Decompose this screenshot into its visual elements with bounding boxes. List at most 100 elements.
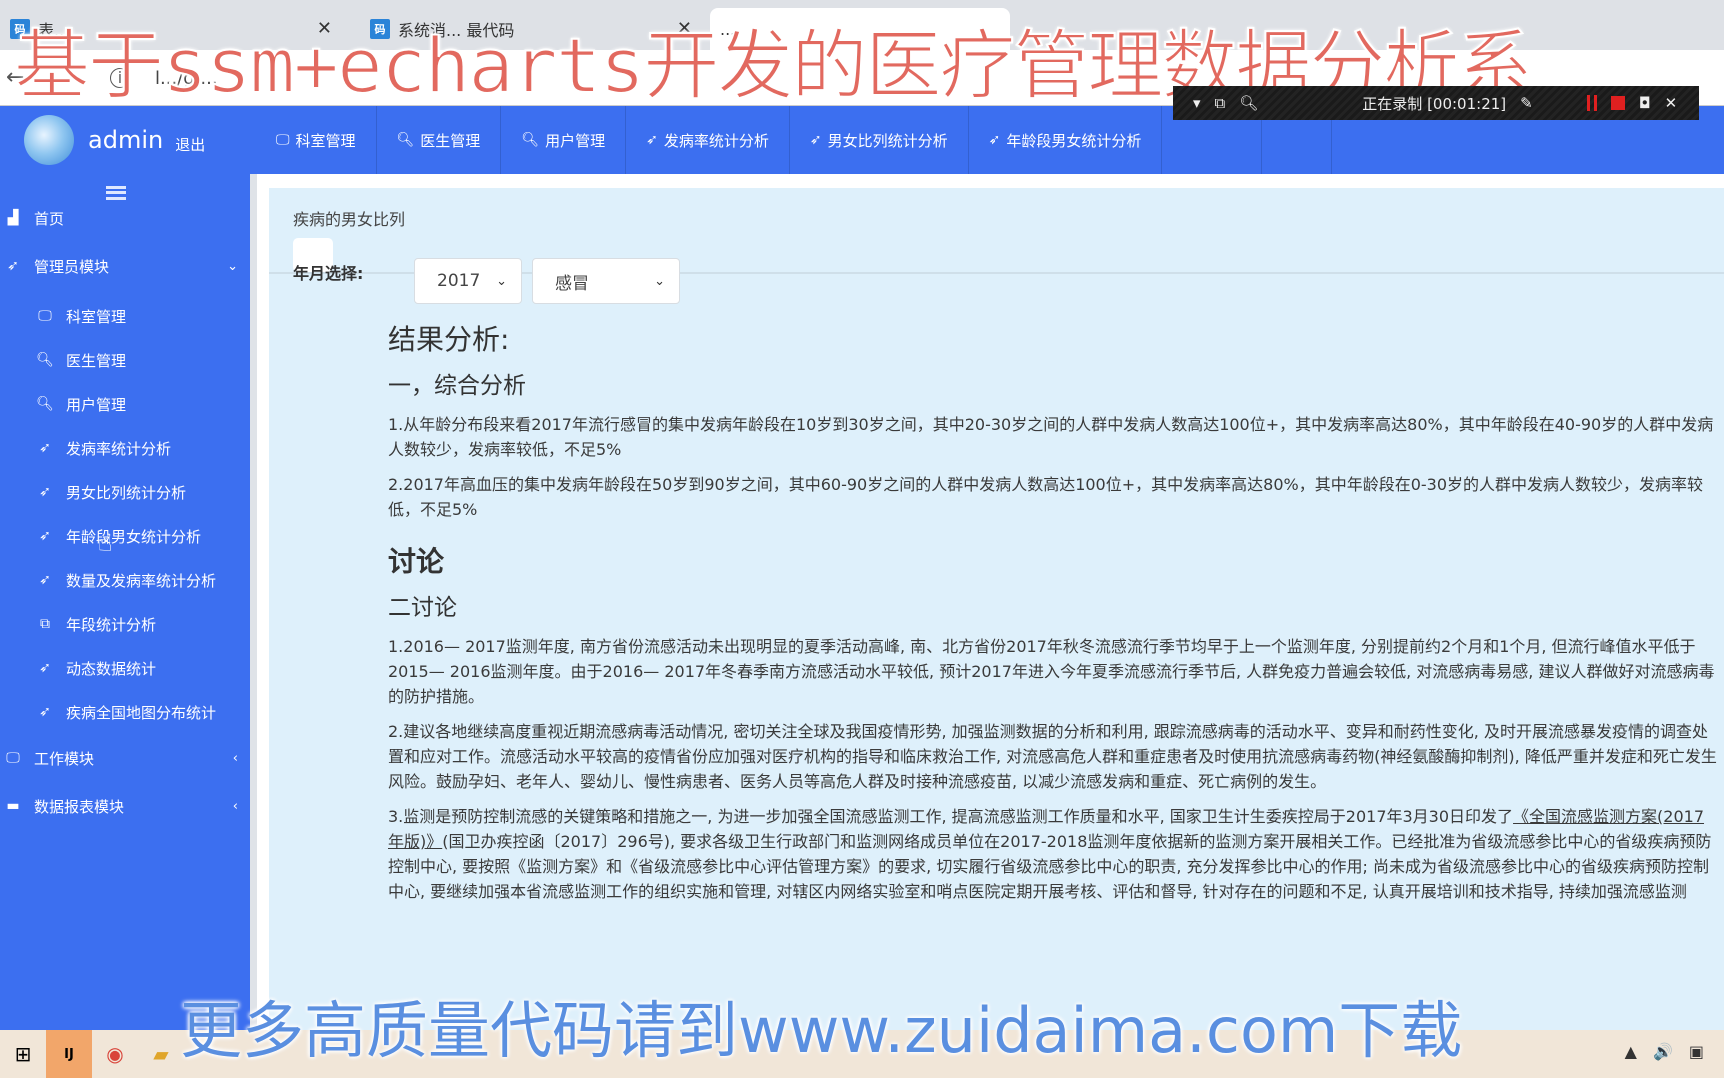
sidebar-group-reports[interactable]: ▬ 数据报表模块 ‹ bbox=[0, 786, 250, 826]
topnav-label: 科室管理 bbox=[295, 131, 356, 150]
discussion-paragraph: 2.建议各地继续高度重视近期流感病毒活动情况, 密切关注全球及我国疫情形势, 加… bbox=[388, 722, 1717, 791]
year-select-value: 2017 bbox=[437, 271, 481, 291]
volume-icon[interactable]: 🔊 bbox=[1653, 1042, 1673, 1061]
paragraph-text: (国卫办疾控函〔2017〕296号), 要求各级卫生行政部门和监测网络成员单位在… bbox=[388, 832, 1712, 901]
topnav-item-department[interactable]: 🖵 科室管理 bbox=[256, 106, 377, 174]
paper-plane-icon: ➶ bbox=[646, 132, 658, 148]
pen-icon[interactable]: ✎ bbox=[1520, 94, 1533, 112]
sidebar-subitem[interactable]: ➶ 男女比列统计分析 bbox=[0, 472, 250, 512]
sidebar-item-label: 数据报表模块 bbox=[34, 797, 125, 816]
sidebar-subitem[interactable]: 🔍︎ 医生管理 bbox=[0, 340, 250, 380]
avatar bbox=[24, 115, 74, 165]
sidebar-item-label: 发病率统计分析 bbox=[66, 439, 172, 458]
window-icon[interactable]: ⧉ bbox=[1215, 94, 1226, 112]
zoom-icon[interactable]: 🔍︎ bbox=[1239, 94, 1258, 112]
year-select[interactable]: 2017 ⌄ bbox=[414, 258, 522, 304]
username: admin bbox=[88, 126, 164, 154]
topnav-item-age-gender[interactable]: ➶ 年龄段男女统计分析 bbox=[969, 106, 1163, 174]
topnav-item-user[interactable]: 🔍︎ 用户管理 bbox=[501, 106, 627, 174]
sidebar-item-label: 男女比列统计分析 bbox=[66, 483, 187, 502]
laptop-icon: ▬ bbox=[6, 798, 20, 814]
sidebar-item-label: 动态数据统计 bbox=[66, 659, 157, 678]
paper-plane-icon: ➶ bbox=[39, 528, 51, 544]
disease-select[interactable]: 感冒 ⌄ bbox=[532, 258, 680, 304]
sidebar-subitem[interactable]: ⧉ 年段统计分析 bbox=[0, 604, 250, 644]
analysis-paragraph: 1.从年龄分布段来看2017年流行感冒的集中发病年龄段在10岁到30岁之间，其中… bbox=[388, 415, 1714, 459]
topnav-item-incidence[interactable]: ➶ 发病率统计分析 bbox=[626, 106, 790, 174]
sidebar-item-label: 首页 bbox=[34, 209, 65, 228]
paper-plane-icon: ➶ bbox=[39, 484, 51, 500]
sidebar-subitem[interactable]: 🖵 科室管理 bbox=[0, 296, 250, 336]
disease-select-value: 感冒 bbox=[555, 273, 589, 294]
chevron-left-icon: ‹ bbox=[232, 798, 238, 814]
video-footer-overlay: 更多高质量代码请到www.zuidaima.com下载 bbox=[180, 994, 1463, 1067]
paper-plane-icon: ➶ bbox=[39, 704, 51, 720]
analysis-paragraph: 2.2017年高血压的集中发病年龄段在50岁到90岁之间，其中60-90岁之间的… bbox=[388, 475, 1704, 519]
topnav-label: 用户管理 bbox=[545, 131, 606, 150]
topnav-label: 医生管理 bbox=[420, 131, 481, 150]
paper-plane-icon: ➶ bbox=[809, 132, 822, 148]
search-icon: 🔍︎ bbox=[36, 396, 54, 412]
monitor-icon: 🖵 bbox=[38, 308, 52, 324]
paragraph-text: 3.监测是预防控制流感的关键策略和措施之一, 为进一步加强全国流感监测工作, 提… bbox=[388, 807, 1514, 826]
clone-icon: ⧉ bbox=[40, 616, 50, 632]
top-nav: 🖵 科室管理 🔍︎ 医生管理 🔍︎ 用户管理 ➶ 发病率统计分析 ➶ 男女比列统计分析 ➶… bbox=[256, 106, 1333, 174]
monitor-icon: 🖵 bbox=[6, 750, 20, 766]
stop-icon[interactable] bbox=[1610, 96, 1625, 110]
discussion-heading: 讨论 bbox=[388, 545, 445, 578]
sidebar-subitem[interactable]: ➶ 数量及发病率统计分析 bbox=[0, 560, 250, 600]
chevron-down-icon: ⌄ bbox=[654, 273, 665, 289]
discussion-paragraph: 3.监测是预防控制流感的关键策略和措施之一, 为进一步加强全国流感监测工作, 提… bbox=[388, 804, 1718, 904]
sidebar-item-label: 数量及发病率统计分析 bbox=[66, 571, 217, 590]
topnav-item-doctor[interactable]: 🔍︎ 医生管理 bbox=[377, 106, 502, 174]
sidebar-item-label: 用户管理 bbox=[66, 395, 127, 414]
file-explorer-icon[interactable]: ▰ bbox=[138, 1030, 184, 1078]
search-icon: 🔍︎ bbox=[396, 132, 415, 148]
discussion-paragraph: 1.2016— 2017监测年度, 南方省份流感活动未出现明显的夏季活动高峰, … bbox=[388, 637, 1715, 706]
result-heading: 结果分析: bbox=[388, 323, 510, 356]
logout-link[interactable]: 退出 bbox=[175, 134, 205, 155]
sidebar-item-label: 工作模块 bbox=[34, 749, 95, 768]
sidebar-subitem[interactable]: 🔍︎ 用户管理 bbox=[0, 384, 250, 424]
monitor-icon: 🖵 bbox=[276, 132, 290, 148]
sidebar-group-work[interactable]: 🖵 工作模块 ‹ bbox=[0, 738, 250, 778]
paper-plane-icon: ➶ bbox=[39, 660, 51, 676]
sidebar: ▟ 首页 ➶ 管理员模块 ⌄ 🖵 科室管理 🔍︎ 医生管理 🔍︎ 用户管理 ➶ 发病率统计分析… bbox=[0, 174, 250, 1064]
analysis-panel: 疾病的男女比列 年月选择: 2017 ⌄ 感冒 ⌄ 结果分析: 一，综合分析 1… bbox=[269, 188, 1724, 1068]
pause-icon[interactable] bbox=[1586, 95, 1597, 111]
recorder-menu-icon[interactable]: ▾ bbox=[1193, 94, 1201, 112]
section2-heading: 二讨论 bbox=[388, 595, 457, 621]
paper-plane-icon: ➶ bbox=[39, 572, 51, 588]
sidebar-group-admin[interactable]: ➶ 管理员模块 ⌄ bbox=[0, 246, 250, 286]
search-icon: 🔍︎ bbox=[36, 352, 54, 368]
sidebar-item-home[interactable]: ▟ 首页 bbox=[0, 198, 250, 238]
paper-plane-icon: ➶ bbox=[39, 440, 51, 456]
topnav-label: 发病率统计分析 bbox=[663, 131, 769, 150]
panel-title: 疾病的男女比列 bbox=[293, 210, 406, 229]
chrome-icon[interactable]: ◉ bbox=[92, 1030, 138, 1078]
input-method-icon[interactable]: ▣ bbox=[1689, 1042, 1704, 1061]
sidebar-subitem[interactable]: ➶ 动态数据统计 bbox=[0, 648, 250, 688]
topnav-item-gender-ratio[interactable]: ➶ 男女比列统计分析 bbox=[790, 106, 969, 174]
windows-start-icon[interactable]: ⊞ bbox=[0, 1030, 46, 1078]
tray-expand-icon[interactable]: ▲ bbox=[1625, 1042, 1637, 1061]
screen-recorder-toolbar: ▾ ⧉ 🔍︎ 正在录制 [00:01:21] ✎ ◘ ✕ bbox=[1173, 86, 1699, 120]
chevron-left-icon: ‹ bbox=[232, 750, 238, 766]
topnav-label: 男女比列统计分析 bbox=[827, 131, 948, 150]
camera-icon[interactable]: ◘ bbox=[1639, 94, 1651, 112]
sidebar-item-label: 疾病全国地图分布统计 bbox=[66, 703, 217, 722]
filter-label: 年月选择: bbox=[293, 264, 364, 283]
search-icon: 🔍︎ bbox=[521, 132, 540, 148]
chevron-down-icon: ⌄ bbox=[496, 273, 507, 289]
sidebar-subitem[interactable]: ➶ 发病率统计分析 bbox=[0, 428, 250, 468]
sidebar-item-label: 管理员模块 bbox=[34, 257, 110, 276]
section1-heading: 一，综合分析 bbox=[388, 373, 526, 399]
topnav-label: 年龄段男女统计分析 bbox=[1006, 131, 1142, 150]
system-tray: ▲ 🔊 ▣ bbox=[1625, 1042, 1704, 1061]
sidebar-subitem[interactable]: ➶ 疾病全国地图分布统计 bbox=[0, 692, 250, 732]
close-icon[interactable]: ✕ bbox=[1665, 94, 1678, 112]
sidebar-subitem[interactable]: ➶ 年龄段男女统计分析 bbox=[0, 516, 250, 556]
sidebar-item-label: 医生管理 bbox=[66, 351, 127, 370]
intellij-icon[interactable]: IJ bbox=[46, 1030, 92, 1078]
main-content: 疾病的男女比列 年月选择: 2017 ⌄ 感冒 ⌄ 结果分析: 一，综合分析 1… bbox=[257, 174, 1724, 1068]
